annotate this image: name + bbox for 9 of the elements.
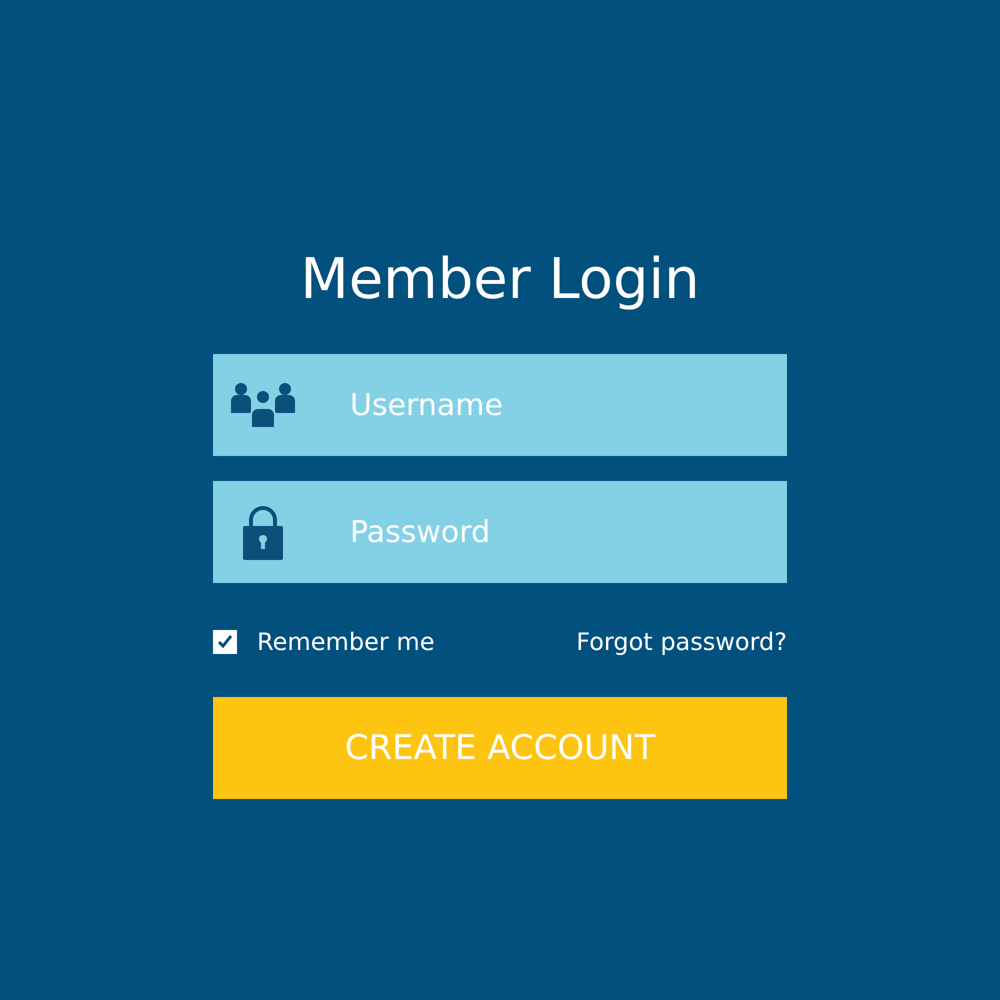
username-field[interactable]: Username — [213, 354, 787, 456]
password-field[interactable]: Password — [213, 481, 787, 583]
page-title: Member Login — [299, 246, 701, 314]
checkbox-label: Remember me — [257, 628, 435, 656]
checkbox[interactable] — [213, 630, 237, 654]
forgot-password-link[interactable]: Forgot password? — [576, 628, 787, 656]
lock-icon — [242, 504, 284, 560]
people-icon — [228, 381, 298, 429]
checkmark-icon — [216, 633, 234, 651]
